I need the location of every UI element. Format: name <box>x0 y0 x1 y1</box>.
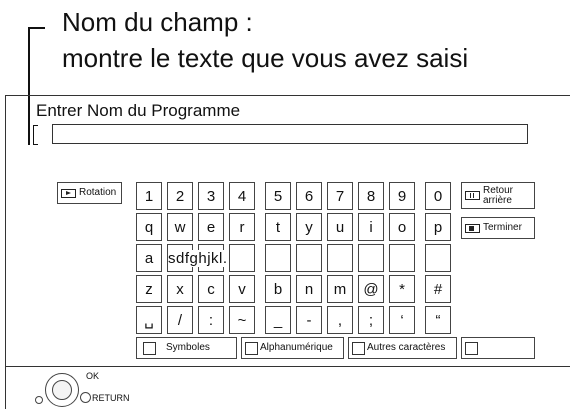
return-icon <box>80 392 91 403</box>
panel-divider <box>5 366 570 367</box>
key-semicolon[interactable]: ; <box>358 306 384 334</box>
key-o[interactable]: o <box>389 213 415 241</box>
key-q[interactable]: q <box>136 213 162 241</box>
key-hyphen[interactable]: - <box>296 306 322 334</box>
ok-center-icon <box>52 380 72 400</box>
mode-autres-caracteres-button[interactable]: Autres caractères <box>348 337 457 359</box>
text-caret-bar <box>33 125 34 145</box>
key-asterisk[interactable]: * <box>389 275 415 303</box>
key-space[interactable]: ␣ <box>136 306 162 334</box>
key-at[interactable]: @ <box>358 275 384 303</box>
key-a[interactable]: a <box>136 244 162 272</box>
mode-extra-button[interactable] <box>461 337 535 359</box>
key-blank-r3-4[interactable] <box>265 244 291 272</box>
key-tilde[interactable]: ~ <box>229 306 255 334</box>
key-blank-r3-8[interactable] <box>389 244 415 272</box>
play-icon <box>61 188 76 198</box>
key-blank-r3-9[interactable] <box>425 244 451 272</box>
callout-line-top <box>28 27 45 29</box>
key-single-quote[interactable]: ‘ <box>389 306 415 334</box>
key-3[interactable]: 3 <box>198 182 224 210</box>
terminer-button[interactable]: Terminer <box>461 217 535 239</box>
autres-label: Autres caractères <box>367 342 446 353</box>
mode-symboles-button[interactable]: Symboles <box>136 337 237 359</box>
key-hash[interactable]: # <box>425 275 451 303</box>
return-label: RETURN <box>92 393 130 403</box>
extra-checkbox <box>465 341 478 355</box>
callout-line <box>28 27 30 145</box>
key-m[interactable]: m <box>327 275 353 303</box>
terminer-label: Terminer <box>483 222 522 233</box>
key-t[interactable]: t <box>265 213 291 241</box>
ok-label: OK <box>86 371 100 381</box>
field-label: Entrer Nom du Programme <box>36 101 241 120</box>
key-5[interactable]: 5 <box>265 182 291 210</box>
key-w[interactable]: w <box>167 213 193 241</box>
rotation-button[interactable]: Rotation <box>57 182 122 204</box>
key-y[interactable]: y <box>296 213 322 241</box>
autres-checkbox <box>352 341 365 355</box>
key-1[interactable]: 1 <box>136 182 162 210</box>
key-4[interactable]: 4 <box>229 182 255 210</box>
mode-alphanumerique-button[interactable]: Alphanumérique <box>241 337 344 359</box>
panel-border-top <box>5 95 570 96</box>
text-caret-bottom <box>33 144 38 145</box>
key-7[interactable]: 7 <box>327 182 353 210</box>
key-z[interactable]: z <box>136 275 162 303</box>
panel-border-left <box>5 95 6 409</box>
key-blank-r3-3[interactable] <box>229 244 255 272</box>
key-6[interactable]: 6 <box>296 182 322 210</box>
symboles-label: Symboles <box>166 342 210 353</box>
key-underscore[interactable]: _ <box>265 306 291 334</box>
key-2[interactable]: 2 <box>167 182 193 210</box>
callout-description: montre le texte que vous avez saisi <box>62 43 469 73</box>
callout-title: Nom du champ : <box>62 7 253 37</box>
rotation-label: Rotation <box>79 187 117 198</box>
key-0[interactable]: 0 <box>425 182 451 210</box>
key-b[interactable]: b <box>265 275 291 303</box>
key-colon[interactable]: : <box>198 306 224 334</box>
key-n[interactable]: n <box>296 275 322 303</box>
alphanumerique-checkbox <box>245 341 258 355</box>
key-blank-r3-7[interactable] <box>358 244 384 272</box>
key-blank-r3-6[interactable] <box>327 244 353 272</box>
pause-icon <box>465 191 480 200</box>
key-blank-r3-5[interactable] <box>296 244 322 272</box>
key-u[interactable]: u <box>327 213 353 241</box>
stop-icon <box>465 223 480 233</box>
symboles-checkbox <box>143 341 156 355</box>
program-name-input[interactable] <box>52 124 528 144</box>
small-button-icon <box>35 396 43 404</box>
row3-keys-text: sdfghjkl. <box>168 250 228 267</box>
key-comma[interactable]: , <box>327 306 353 334</box>
alphanumerique-label: Alphanumérique <box>260 342 333 353</box>
key-r[interactable]: r <box>229 213 255 241</box>
key-i[interactable]: i <box>358 213 384 241</box>
key-8[interactable]: 8 <box>358 182 384 210</box>
key-slash[interactable]: / <box>167 306 193 334</box>
key-c[interactable]: c <box>198 275 224 303</box>
retour-arriere-label: Retour arrière <box>483 184 514 206</box>
key-p[interactable]: p <box>425 213 451 241</box>
key-x[interactable]: x <box>167 275 193 303</box>
key-9[interactable]: 9 <box>389 182 415 210</box>
key-double-quote[interactable]: “ <box>425 306 451 334</box>
retour-arriere-button[interactable]: Retour arrière <box>461 182 535 209</box>
key-v[interactable]: v <box>229 275 255 303</box>
key-e[interactable]: e <box>198 213 224 241</box>
